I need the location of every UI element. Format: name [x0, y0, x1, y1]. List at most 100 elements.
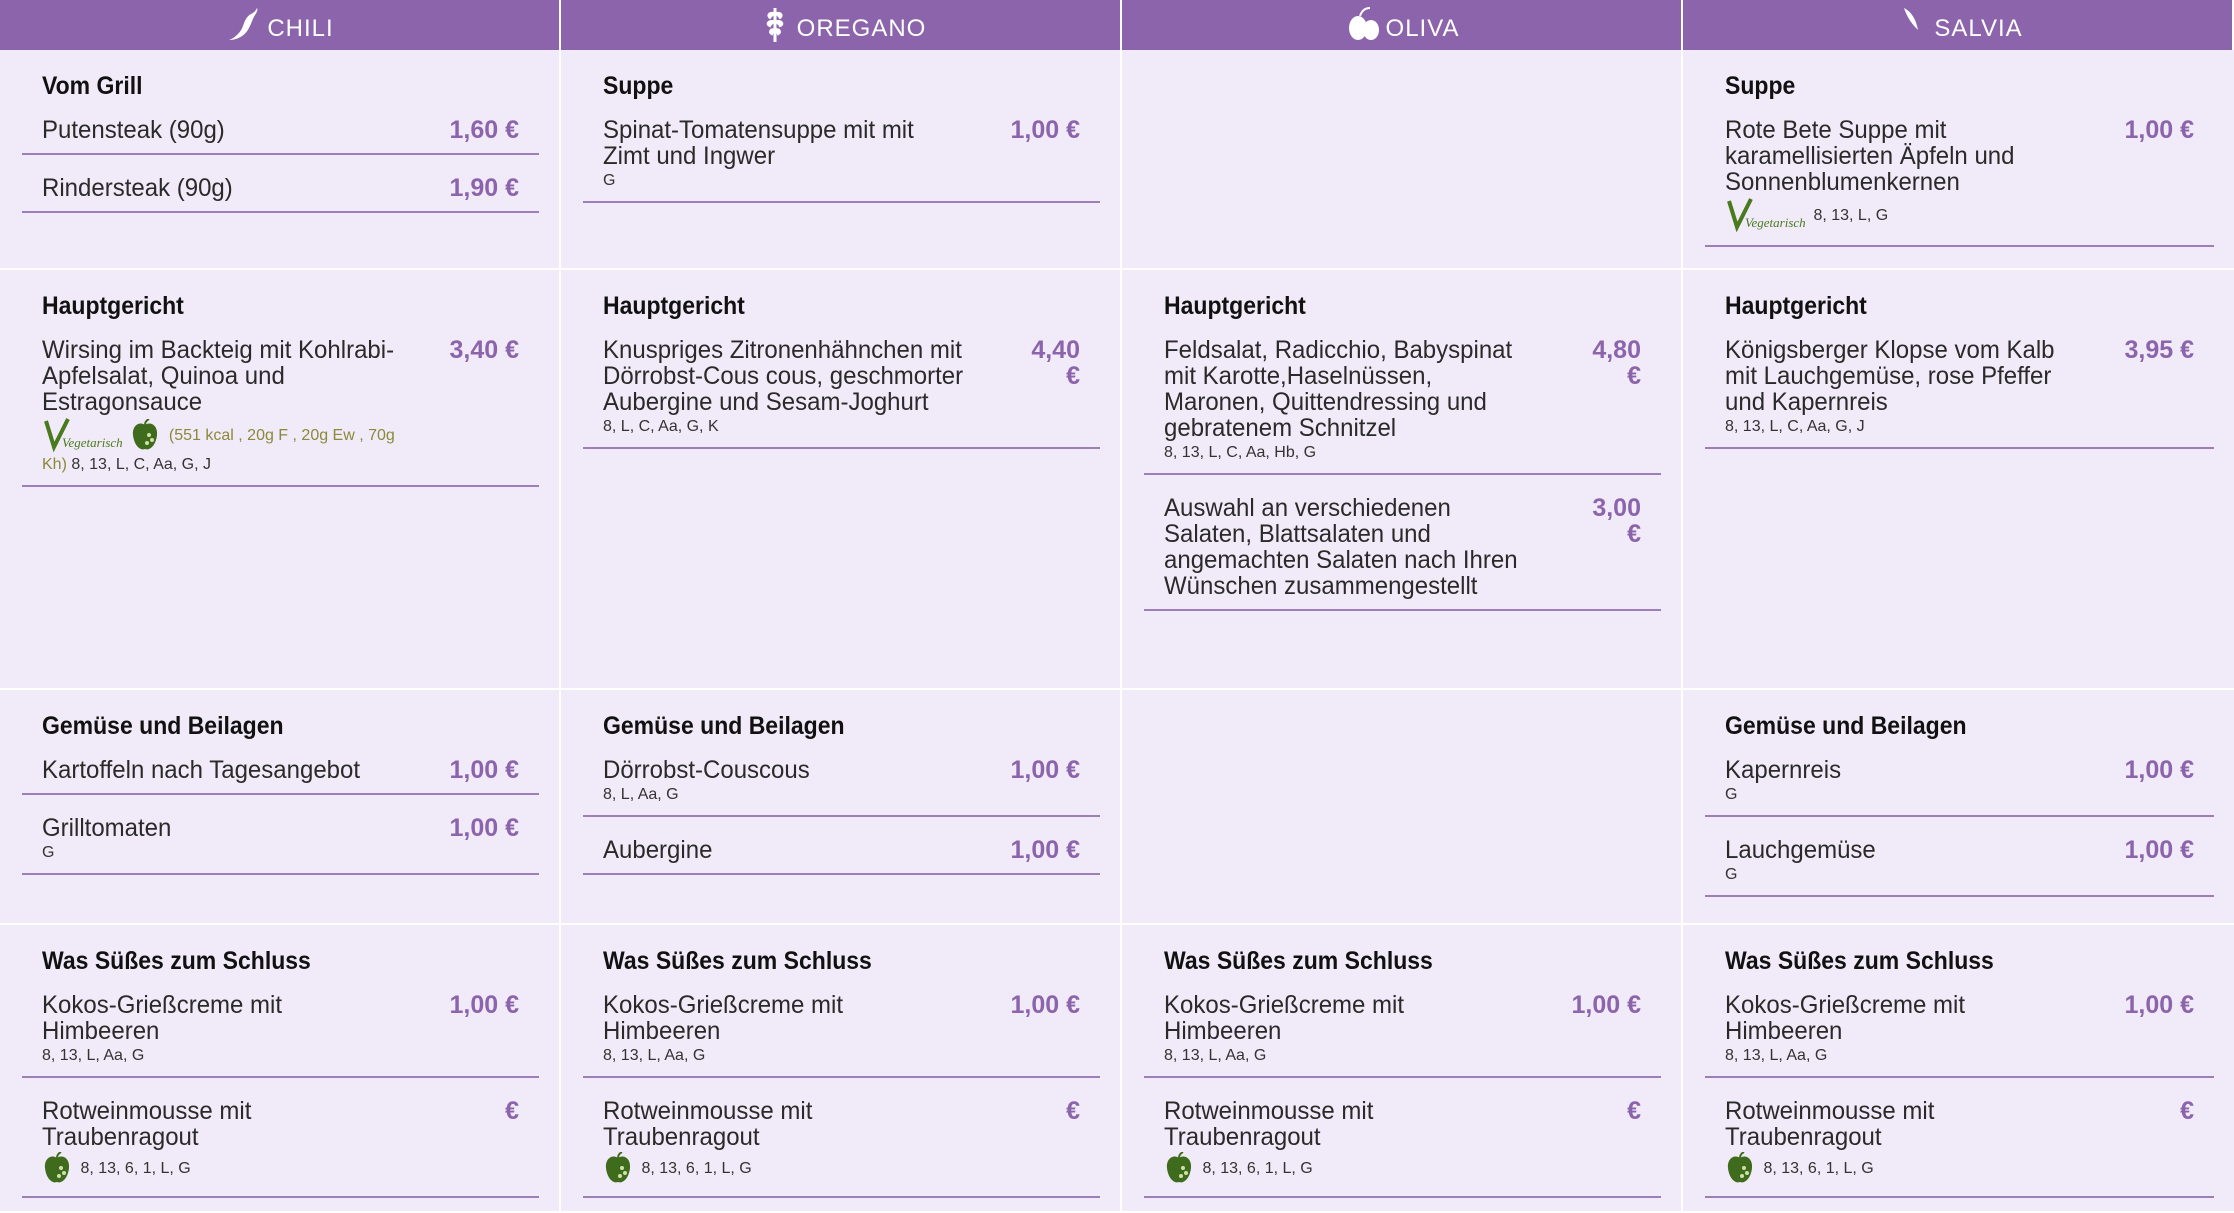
menu-item[interactable]: Königsberger Klopse vom Kalb mit Lauchge… — [1705, 329, 2214, 449]
menu-item[interactable]: Wirsing im Backteig mit Kohlrabi-Apfelsa… — [22, 329, 539, 487]
oregano-icon — [766, 8, 783, 42]
item-name: Kokos-Grießcreme mit Himbeeren — [42, 991, 283, 1045]
item-name: Kapernreis — [1725, 756, 1842, 784]
item-name: Aubergine — [603, 836, 713, 864]
menu-item[interactable]: Spinat-Tomatensuppe mit mit Zimt und Ing… — [583, 109, 1100, 203]
section-oliva-empty — [1122, 50, 1683, 270]
column-header-oliva: OLIVA — [1122, 0, 1683, 50]
category-title: Hauptgericht — [42, 292, 184, 320]
item-price: € — [1627, 1097, 1641, 1125]
item-meta: Vegetarisch 8, 13, L, G — [1725, 197, 2094, 235]
item-name: Rindersteak (90g) — [42, 174, 233, 202]
section-salvia-sides: Gemüse und Beilagen Kapernreis 1,00 € G … — [1683, 690, 2234, 925]
menu-item[interactable]: Knuspriges Zitronenhähnchen mit Dörrobst… — [583, 329, 1100, 449]
allergen-codes: G — [1725, 786, 1738, 803]
menu-item[interactable]: Aubergine 1,00 € — [583, 829, 1100, 875]
section-oregano-dessert: Was Süßes zum Schluss Kokos-Grießcreme m… — [561, 925, 1122, 1213]
allergen-codes: 8, 13, L, Aa, G — [603, 1047, 706, 1064]
section-oliva-dessert: Was Süßes zum Schluss Kokos-Grießcreme m… — [1122, 925, 1683, 1213]
item-name: Rotweinmousse mit Traubenragout — [1164, 1097, 1374, 1151]
menu-item[interactable]: Rotweinmousse mit Traubenragout € 8, 13,… — [1144, 1090, 1661, 1198]
menu-item[interactable]: Rotweinmousse mit Traubenragout € 8, 13,… — [1705, 1090, 2214, 1198]
item-meta: 8, 13, 6, 1, L, G — [603, 1152, 980, 1186]
column-header-oregano: OREGANO — [561, 0, 1122, 50]
allergen-codes: 8, 13, L, C, Aa, G, J — [1725, 418, 1865, 435]
section-oliva-main: Hauptgericht Feldsalat, Radicchio, Babys… — [1122, 270, 1683, 690]
menu-item[interactable]: Kokos-Grießcreme mit Himbeeren 1,00 € 8,… — [1705, 984, 2214, 1078]
category-title: Vom Grill — [42, 72, 143, 100]
item-price: 1,00 € — [449, 814, 519, 842]
item-price: 1,00 € — [1010, 836, 1080, 864]
allergen-codes: 8, L, Aa, G — [603, 786, 679, 803]
item-name: Rotweinmousse mit Traubenragout — [603, 1097, 813, 1151]
category-title: Was Süßes zum Schluss — [42, 947, 311, 975]
menu-item[interactable]: Lauchgemüse 1,00 € G — [1705, 829, 2214, 897]
item-name: Rotweinmousse mit Traubenragout — [1725, 1097, 1935, 1151]
category-title: Gemüse und Beilagen — [1725, 712, 1967, 740]
section-chili-grill: Vom Grill Putensteak (90g) 1,60 € Rinder… — [0, 50, 561, 270]
item-meta: Vegetarisch (551 kcal , 20g F , 20g Ew ,… — [42, 417, 419, 475]
section-salvia-soup: Suppe Rote Bete Suppe mit karamellisiert… — [1683, 50, 2234, 270]
section-oregano-main: Hauptgericht Knuspriges Zitronenhähnchen… — [561, 270, 1122, 690]
item-price: € — [1066, 1097, 1080, 1125]
item-price: € — [2180, 1097, 2194, 1125]
allergen-codes: 8, L, C, Aa, G, K — [603, 418, 719, 435]
allergen-codes: 8, 13, L, C, Aa, Hb, G — [1164, 444, 1317, 461]
apple-health-icon — [1727, 1152, 1753, 1183]
menu-item[interactable]: Kokos-Grießcreme mit Himbeeren 1,00 € 8,… — [1144, 984, 1661, 1078]
item-price: 3,00 € — [1592, 494, 1641, 548]
apple-health-icon — [605, 1152, 631, 1183]
item-price: 1,00 € — [1010, 116, 1080, 144]
menu-item[interactable]: Rotweinmousse mit Traubenragout € 8, 13,… — [22, 1090, 539, 1198]
item-name: Putensteak (90g) — [42, 116, 225, 144]
menu-item[interactable]: Rote Bete Suppe mit karamellisierten Äpf… — [1705, 109, 2214, 247]
item-price: € — [505, 1097, 519, 1125]
apple-health-icon — [133, 419, 158, 450]
allergen-codes: G — [1725, 866, 1738, 883]
menu-item[interactable]: Kokos-Grießcreme mit Himbeeren 1,00 € 8,… — [22, 984, 539, 1078]
vegetarian-badge-icon: Vegetarisch — [1727, 198, 1805, 233]
menu-item[interactable]: Kokos-Grießcreme mit Himbeeren 1,00 € 8,… — [583, 984, 1100, 1078]
section-chili-main: Hauptgericht Wirsing im Backteig mit Koh… — [0, 270, 561, 690]
item-price: 1,00 € — [2124, 991, 2194, 1019]
item-name: Königsberger Klopse vom Kalb mit Lauchge… — [1725, 336, 2055, 416]
section-oregano-sides: Gemüse und Beilagen Dörrobst-Couscous 1,… — [561, 690, 1122, 925]
item-price: 4,40 € — [1031, 336, 1080, 390]
menu-item[interactable]: Kapernreis 1,00 € G — [1705, 749, 2214, 817]
item-price: 1,00 € — [2124, 836, 2194, 864]
category-title: Gemüse und Beilagen — [42, 712, 284, 740]
item-name: Rotweinmousse mit Traubenragout — [42, 1097, 252, 1151]
allergen-codes: 8, 13, 6, 1, L, G — [1202, 1160, 1313, 1178]
item-name: Knuspriges Zitronenhähnchen mit Dörrobst… — [603, 336, 964, 416]
allergen-codes: 8, 13, L, G — [1813, 207, 1889, 225]
allergen-codes: 8, 13, 6, 1, L, G — [80, 1160, 191, 1178]
allergen-codes: 8, 13, 6, 1, L, G — [641, 1160, 752, 1178]
vegetarian-badge-icon: Vegetarisch — [44, 418, 122, 453]
menu-item[interactable]: Grilltomaten 1,00 € G — [22, 807, 539, 875]
allergen-codes: 8, 13, L, C, Aa, G, J — [71, 456, 211, 473]
menu-item[interactable]: Kartoffeln nach Tagesangebot 1,00 € — [22, 749, 539, 795]
item-price: 1,00 € — [2124, 756, 2194, 784]
sage-icon — [1904, 8, 1919, 30]
item-name: Wirsing im Backteig mit Kohlrabi-Apfelsa… — [42, 336, 395, 416]
column-label: OREGANO — [796, 15, 927, 42]
column-label: SALVIA — [1934, 15, 2023, 42]
item-meta: 8, 13, 6, 1, L, G — [1725, 1152, 2094, 1186]
menu-item[interactable]: Rindersteak (90g) 1,90 € — [22, 167, 539, 213]
apple-health-icon — [44, 1152, 70, 1183]
item-name: Grilltomaten — [42, 814, 172, 842]
category-title: Was Süßes zum Schluss — [603, 947, 872, 975]
item-name: Feldsalat, Radicchio, Babyspinat mit Kar… — [1164, 336, 1513, 442]
item-name: Dörrobst-Couscous — [603, 756, 810, 784]
item-name: Kartoffeln nach Tagesangebot — [42, 756, 361, 784]
category-title: Was Süßes zum Schluss — [1725, 947, 1994, 975]
menu-item[interactable]: Auswahl an verschiedenen Salaten, Blatts… — [1144, 487, 1661, 611]
menu-item[interactable]: Rotweinmousse mit Traubenragout € 8, 13,… — [583, 1090, 1100, 1198]
menu-item[interactable]: Putensteak (90g) 1,60 € — [22, 109, 539, 155]
item-price: 1,00 € — [449, 756, 519, 784]
category-title: Gemüse und Beilagen — [603, 712, 845, 740]
item-price: 1,00 € — [1010, 991, 1080, 1019]
menu-item[interactable]: Feldsalat, Radicchio, Babyspinat mit Kar… — [1144, 329, 1661, 475]
category-title: Hauptgericht — [1725, 292, 1867, 320]
menu-item[interactable]: Dörrobst-Couscous 1,00 € 8, L, Aa, G — [583, 749, 1100, 817]
